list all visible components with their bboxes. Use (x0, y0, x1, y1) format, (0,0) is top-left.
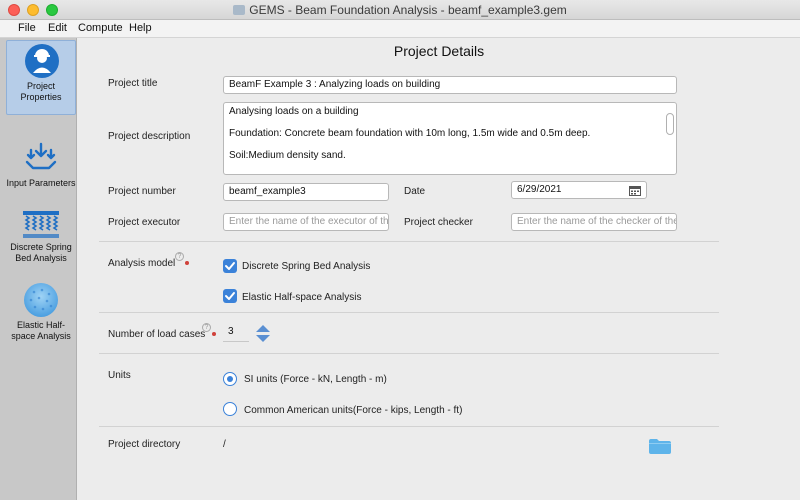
project-checker-label: Project checker (404, 217, 473, 228)
date-input[interactable]: 6/29/2021 (511, 181, 647, 199)
sidebar: Project Properties Input Parameters Disc… (0, 38, 77, 500)
engineer-icon (25, 44, 59, 78)
si-units-radio[interactable] (223, 372, 237, 386)
title-bar: GEMS - Beam Foundation Analysis - beamf_… (0, 0, 800, 20)
required-indicator (185, 261, 189, 265)
project-directory-label: Project directory (108, 439, 181, 450)
discrete-spring-bed-checkbox[interactable] (223, 259, 237, 273)
half-space-icon (24, 283, 58, 317)
sidebar-item-label: Project Properties (20, 81, 62, 102)
menu-edit[interactable]: Edit (48, 22, 67, 34)
american-units-option-label[interactable]: Common American units(Force - kips, Leng… (244, 405, 462, 416)
separator (99, 426, 719, 427)
units-label: Units (108, 370, 131, 381)
separator (99, 353, 719, 354)
american-units-radio[interactable] (223, 402, 237, 416)
folder-icon[interactable] (648, 438, 672, 454)
project-directory-value: / (223, 439, 226, 450)
sidebar-item-label: Elastic Half-space Analysis (11, 320, 71, 341)
page-title: Project Details (393, 43, 485, 59)
sidebar-item-project-properties[interactable]: Project Properties (6, 40, 76, 115)
project-executor-input[interactable]: Enter the name of the executor of the (223, 213, 389, 231)
help-icon[interactable]: ? (175, 252, 184, 261)
project-title-input[interactable]: BeamF Example 3 : Analyzing loads on bui… (223, 76, 677, 94)
si-units-option-label[interactable]: SI units (Force - kN, Length - m) (244, 374, 387, 385)
project-description-textarea[interactable]: Analysing loads on a building Foundation… (223, 102, 677, 175)
project-executor-label: Project executor (108, 217, 181, 228)
date-label: Date (404, 186, 426, 197)
load-cases-label: Number of load cases (108, 329, 206, 340)
project-checker-input[interactable]: Enter the name of the checker of the p (511, 213, 677, 231)
menu-help[interactable]: Help (129, 22, 152, 34)
elastic-half-space-checkbox[interactable] (223, 289, 237, 303)
load-cases-stepper[interactable] (255, 324, 271, 343)
separator (99, 312, 719, 313)
separator (99, 241, 719, 242)
checkmark-icon (225, 292, 235, 300)
description-line: Foundation: Concrete beam foundation wit… (229, 128, 591, 139)
project-description-label: Project description (108, 131, 191, 142)
app-icon (233, 5, 246, 15)
sidebar-item-label: Input Parameters (6, 178, 76, 188)
window-title-text: GEMS - Beam Foundation Analysis - beamf_… (249, 3, 567, 17)
sidebar-item-input-parameters[interactable]: Input Parameters (6, 142, 76, 192)
analysis-model-label: Analysis model (108, 258, 176, 269)
help-icon[interactable]: ? (202, 323, 211, 332)
sidebar-item-elastic-half-space[interactable]: Elastic Half-space Analysis (6, 282, 76, 344)
project-number-input[interactable]: beamf_example3 (223, 183, 389, 201)
download-arrows-icon (25, 142, 57, 170)
menu-compute[interactable]: Compute (78, 22, 123, 34)
description-scroll-thumb[interactable] (666, 113, 674, 135)
checkmark-icon (225, 262, 235, 270)
project-title-label: Project title (108, 78, 158, 89)
menu-bar: File Edit Compute Help (0, 20, 800, 38)
description-line: Soil:Medium density sand. (229, 150, 346, 161)
discrete-spring-bed-option-label[interactable]: Discrete Spring Bed Analysis (242, 261, 370, 272)
project-details-panel: Project Details Project title BeamF Exam… (78, 38, 800, 500)
description-line: Analysing loads on a building (229, 106, 359, 117)
window-title: GEMS - Beam Foundation Analysis - beamf_… (0, 3, 800, 17)
calendar-icon[interactable] (629, 185, 641, 196)
required-indicator (212, 332, 216, 336)
sidebar-item-discrete-spring-bed[interactable]: Discrete Spring Bed Analysis (6, 210, 76, 268)
description-scrollbar[interactable] (666, 105, 674, 172)
sidebar-item-label: Discrete Spring Bed Analysis (10, 242, 72, 263)
elastic-half-space-option-label[interactable]: Elastic Half-space Analysis (242, 292, 362, 303)
project-number-label: Project number (108, 186, 176, 197)
date-value: 6/29/2021 (517, 184, 562, 195)
spring-bed-icon (23, 211, 59, 238)
menu-file[interactable]: File (18, 22, 36, 34)
load-cases-input[interactable]: 3 (223, 324, 249, 342)
